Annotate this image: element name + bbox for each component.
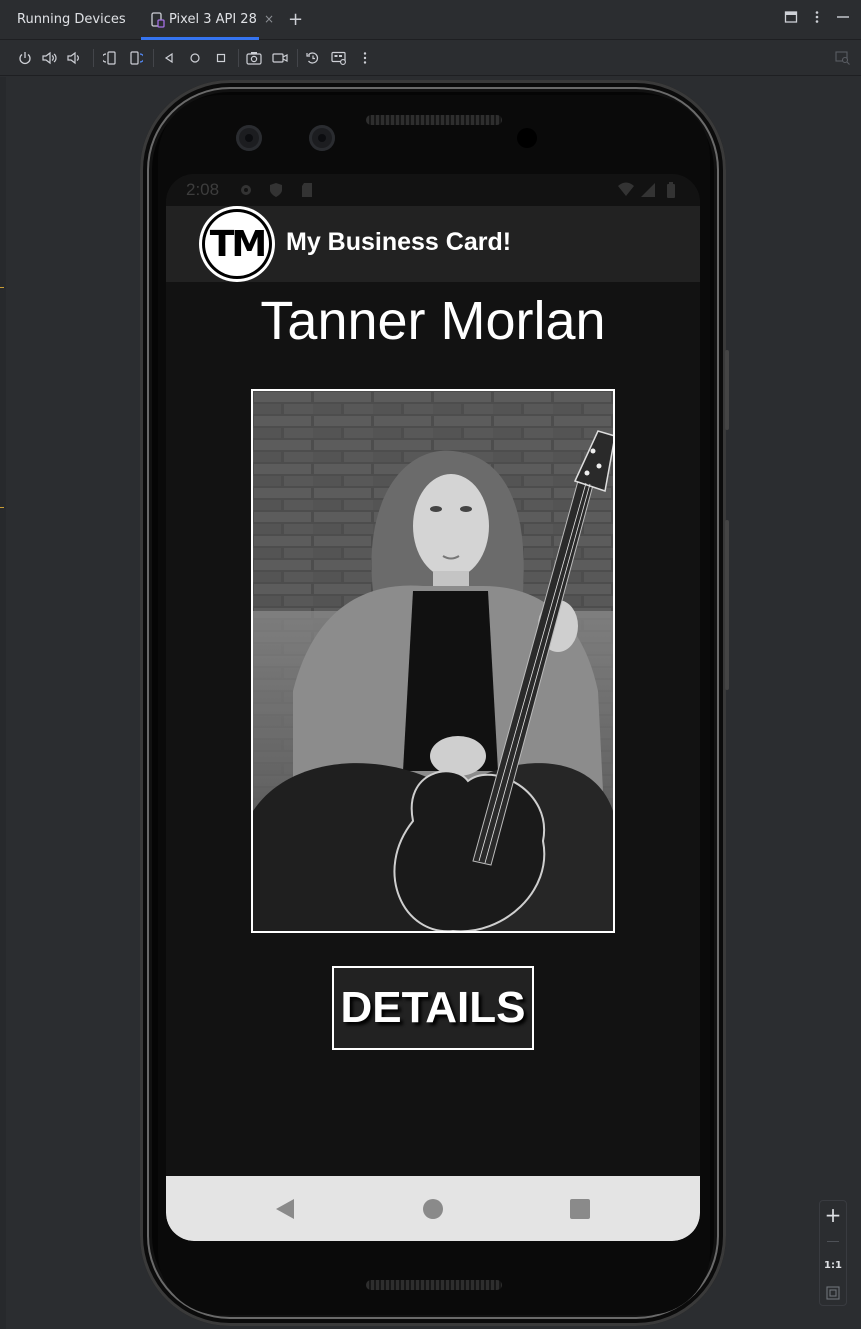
top-speaker <box>366 115 502 125</box>
rotate-left-icon[interactable] <box>101 49 119 67</box>
toolbar-separator <box>153 49 154 67</box>
nav-back-icon[interactable] <box>272 1196 298 1222</box>
tm-logo: TM <box>199 206 275 282</box>
add-tab-button[interactable]: + <box>288 9 303 30</box>
volume-up-icon[interactable] <box>41 49 59 67</box>
volume-down-icon[interactable] <box>66 49 84 67</box>
snapshot-icon[interactable] <box>304 49 322 67</box>
maximize-window-icon[interactable] <box>782 10 800 28</box>
close-tab-icon[interactable]: × <box>264 12 274 26</box>
more-options-icon[interactable] <box>808 10 826 28</box>
signal-icon <box>641 183 655 197</box>
front-camera-icon <box>309 125 335 151</box>
device-icon <box>151 12 165 28</box>
fit-screen-icon[interactable] <box>820 1285 846 1304</box>
screen-record-icon[interactable] <box>271 49 289 67</box>
device-toolbar <box>0 40 861 76</box>
toolbar-separator <box>93 49 94 67</box>
power-icon[interactable] <box>16 49 34 67</box>
volume-keys[interactable] <box>725 520 729 690</box>
front-camera-icon <box>236 125 262 151</box>
zoom-to-fit-icon[interactable] <box>834 49 852 67</box>
status-bar: 2:08 <box>166 174 700 206</box>
guitarist-photo <box>253 391 613 931</box>
bottom-speaker <box>366 1280 502 1290</box>
left-gutter <box>0 77 6 1329</box>
battery-icon <box>667 182 675 198</box>
status-time: 2:08 <box>186 180 220 199</box>
more-options-icon[interactable] <box>356 49 374 67</box>
gutter-marker <box>0 507 4 508</box>
toolbar-separator <box>297 49 298 67</box>
overview-icon[interactable] <box>212 49 230 67</box>
gutter-marker <box>0 287 4 288</box>
tool-window-header: Running Devices Pixel 3 API 28 × + <box>0 0 861 40</box>
device-screen[interactable]: 2:08 TM My Business Card! Tanner Morlan <box>166 174 700 1241</box>
home-icon[interactable] <box>186 49 204 67</box>
tab-label: Pixel 3 API 28 <box>169 12 257 27</box>
nav-overview-icon[interactable] <box>567 1196 593 1222</box>
screenshot-icon[interactable] <box>245 49 263 67</box>
nav-home-icon[interactable] <box>420 1196 446 1222</box>
system-nav-bar <box>166 1176 700 1241</box>
details-button[interactable]: DETAILS <box>332 966 534 1050</box>
person-name: Tanner Morlan <box>260 291 606 351</box>
shield-icon <box>270 183 282 197</box>
power-key[interactable] <box>725 350 729 430</box>
extended-controls-icon[interactable] <box>330 49 348 67</box>
sd-card-icon <box>302 183 312 197</box>
tab-pixel-3-api-28[interactable]: Pixel 3 API 28 × <box>141 0 287 40</box>
app-title: My Business Card! <box>286 228 512 256</box>
zoom-out-button[interactable] <box>827 1241 839 1242</box>
zoom-controls: + 1:1 <box>819 1200 847 1306</box>
proximity-sensor <box>517 128 537 148</box>
actual-size-button[interactable]: 1:1 <box>820 1260 846 1271</box>
app-bar: TM My Business Card! <box>166 206 700 282</box>
rotate-right-icon[interactable] <box>127 49 145 67</box>
toolbar-separator <box>238 49 239 67</box>
wifi-icon <box>618 182 634 196</box>
settings-icon <box>241 185 251 195</box>
minimize-window-icon[interactable] <box>834 10 852 28</box>
back-icon[interactable] <box>160 49 178 67</box>
profile-photo <box>251 389 615 933</box>
logo-text: TM <box>205 212 269 276</box>
tool-window-title: Running Devices <box>17 12 126 27</box>
zoom-in-button[interactable]: + <box>820 1203 846 1227</box>
